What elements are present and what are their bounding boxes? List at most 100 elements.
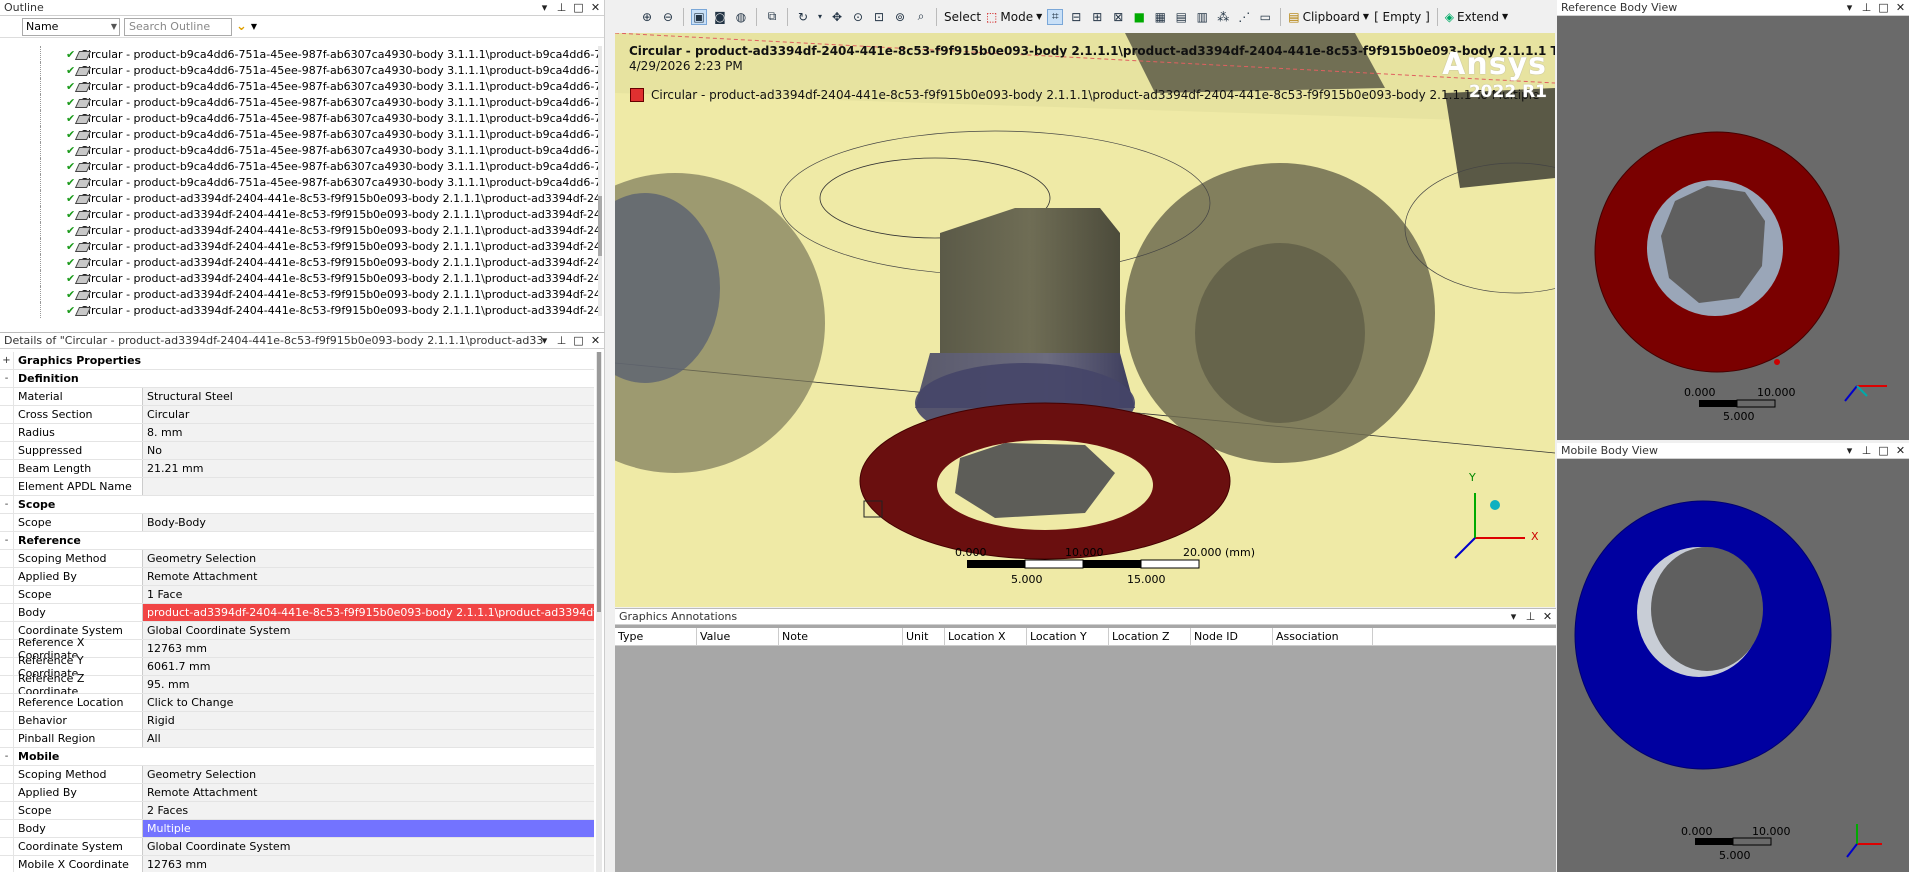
property-value[interactable]: Multiple xyxy=(143,820,594,837)
screenshot-icon[interactable]: ▭ xyxy=(1257,9,1273,25)
zoom-in-icon[interactable]: ⊕ xyxy=(639,9,655,25)
box-zoom-icon[interactable]: ⊡ xyxy=(871,9,887,25)
render-icon[interactable]: ◍ xyxy=(733,9,749,25)
outline-tree-item[interactable]: ✔ Circular - product-ad3394df-2404-441e-8… xyxy=(0,270,600,286)
property-value[interactable]: Body-Body xyxy=(143,514,594,531)
extend-button[interactable]: ◈ Extend ▼ xyxy=(1445,10,1508,24)
close-icon[interactable]: ✕ xyxy=(1541,610,1554,623)
annotations-column-header[interactable]: Location Y xyxy=(1027,628,1109,645)
details-property-row[interactable]: Scope Body-Body xyxy=(0,514,594,532)
select-element-face-icon[interactable]: ▦ xyxy=(1152,9,1168,25)
details-property-row[interactable]: Applied By Remote Attachment xyxy=(0,568,594,586)
property-value[interactable]: product-ad3394df-2404-441e-8c53-f9f915b0… xyxy=(143,604,594,621)
close-icon[interactable]: ✕ xyxy=(589,1,602,14)
select-all-icon[interactable]: ⁂ xyxy=(1215,9,1231,25)
rotate-icon[interactable]: ↻ xyxy=(795,9,811,25)
details-property-row[interactable]: Scoping Method Geometry Selection xyxy=(0,766,594,784)
pan-icon[interactable]: ✥ xyxy=(829,9,845,25)
details-property-row[interactable]: Reference Location Click to Change xyxy=(0,694,594,712)
annotations-column-header[interactable]: Node ID xyxy=(1191,628,1273,645)
property-value[interactable]: All xyxy=(143,730,594,747)
outline-tree-item[interactable]: ✔ Circular - product-b9ca4dd6-751a-45ee-9… xyxy=(0,142,600,158)
outline-tree-item[interactable]: ✔ Circular - product-b9ca4dd6-751a-45ee-9… xyxy=(0,94,600,110)
details-property-row[interactable]: Applied By Remote Attachment xyxy=(0,784,594,802)
property-value[interactable]: Remote Attachment xyxy=(143,568,594,585)
outline-tree-item[interactable]: ✔ Circular - product-ad3394df-2404-441e-8… xyxy=(0,206,600,222)
outline-tree-item[interactable]: ✔ Circular - product-ad3394df-2404-441e-8… xyxy=(0,190,600,206)
property-value[interactable]: Global Coordinate System xyxy=(143,622,594,639)
details-property-row[interactable]: Cross Section Circular xyxy=(0,406,594,424)
outline-search-input[interactable]: Search Outline xyxy=(124,17,232,36)
dropdown-icon[interactable]: ▾ xyxy=(1507,610,1520,623)
details-property-row[interactable]: Suppressed No xyxy=(0,442,594,460)
annotations-column-header[interactable]: Note xyxy=(779,628,903,645)
close-icon[interactable]: ✕ xyxy=(1894,1,1907,14)
outline-tree-item[interactable]: ✔ Circular - product-b9ca4dd6-751a-45ee-9… xyxy=(0,62,600,78)
maximize-icon[interactable]: □ xyxy=(1877,1,1890,14)
outline-filter-select[interactable]: Name ▼ xyxy=(22,17,120,36)
select-body-icon[interactable]: ⊠ xyxy=(1110,9,1126,25)
dropdown-icon[interactable]: ▾ xyxy=(538,334,551,347)
chevron-down-icon[interactable]: ▼ xyxy=(251,22,257,31)
property-value[interactable]: 12763 mm xyxy=(143,856,594,872)
property-value[interactable]: Global Coordinate System xyxy=(143,838,594,855)
property-value[interactable]: Rigid xyxy=(143,712,594,729)
details-property-row[interactable]: Radius 8. mm xyxy=(0,424,594,442)
chevron-down-icon[interactable]: ▾ xyxy=(816,9,824,25)
graphics-viewport[interactable]: Circular - product-ad3394df-2404-441e-8c… xyxy=(615,33,1555,607)
dropdown-icon[interactable]: ▾ xyxy=(1843,444,1856,457)
zoom-icon[interactable]: ⊙ xyxy=(850,9,866,25)
pin-icon[interactable]: ⊥ xyxy=(1524,610,1537,623)
select-edge-icon[interactable]: ⊟ xyxy=(1068,9,1084,25)
details-property-row[interactable]: Body product-ad3394df-2404-441e-8c53-f9f9… xyxy=(0,604,594,622)
outline-tree-item[interactable]: ✔ Circular - product-b9ca4dd6-751a-45ee-9… xyxy=(0,78,600,94)
details-property-row[interactable]: Scoping Method Geometry Selection xyxy=(0,550,594,568)
close-icon[interactable]: ✕ xyxy=(1894,444,1907,457)
property-value[interactable]: Click to Change xyxy=(143,694,594,711)
property-value[interactable]: Circular xyxy=(143,406,594,423)
select-mesh-icon[interactable]: ▥ xyxy=(1194,9,1210,25)
annotations-column-header[interactable]: Type xyxy=(615,628,697,645)
details-group-header[interactable]: - Scope xyxy=(0,496,594,514)
outline-tree-item[interactable]: ✔ Circular - product-b9ca4dd6-751a-45ee-9… xyxy=(0,110,600,126)
pin-icon[interactable]: ⊥ xyxy=(1860,444,1873,457)
details-group-header[interactable]: - Reference xyxy=(0,532,594,550)
property-value[interactable]: No xyxy=(143,442,594,459)
copy-view-icon[interactable]: ⧉ xyxy=(764,9,780,25)
annotations-column-header[interactable]: Location X xyxy=(945,628,1027,645)
outline-tree-item[interactable]: ✔ Circular - product-ad3394df-2404-441e-8… xyxy=(0,238,600,254)
outline-tree-item[interactable]: ✔ Circular - product-b9ca4dd6-751a-45ee-9… xyxy=(0,158,600,174)
select-node-icon[interactable]: ■ xyxy=(1131,9,1147,25)
extend-select-icon[interactable]: ⋰ xyxy=(1236,9,1252,25)
mode-button[interactable]: ⬚ Mode ▼ xyxy=(986,10,1042,24)
clipboard-button[interactable]: ▤ Clipboard ▼ xyxy=(1288,10,1369,24)
outline-tree-item[interactable]: ✔ Circular - product-b9ca4dd6-751a-45ee-9… xyxy=(0,174,600,190)
details-property-row[interactable]: Body Multiple xyxy=(0,820,594,838)
details-property-row[interactable]: Reference Z Coordinate 95. mm xyxy=(0,672,594,698)
property-value[interactable]: 95. mm xyxy=(143,676,594,693)
property-value[interactable]: 21.21 mm xyxy=(143,460,594,477)
property-value[interactable]: 12763 mm xyxy=(143,640,594,657)
details-property-row[interactable]: Element APDL Name xyxy=(0,478,594,496)
outline-tree-item[interactable]: ✔ Circular - product-ad3394df-2404-441e-8… xyxy=(0,286,600,302)
outline-scrollbar[interactable] xyxy=(598,46,602,316)
details-group-header[interactable]: + Graphics Properties xyxy=(0,352,594,370)
property-value[interactable]: Structural Steel xyxy=(143,388,594,405)
pin-icon[interactable]: ⊥ xyxy=(555,334,568,347)
expand-icon[interactable]: - xyxy=(0,532,14,549)
expand-icon[interactable]: - xyxy=(0,748,14,765)
property-value[interactable]: 1 Face xyxy=(143,586,594,603)
select-vertex-icon[interactable]: ⌗ xyxy=(1047,8,1064,25)
maximize-icon[interactable]: □ xyxy=(572,334,585,347)
annotations-column-header[interactable]: Unit xyxy=(903,628,945,645)
zoom-out-icon[interactable]: ⊖ xyxy=(660,9,676,25)
maximize-icon[interactable]: □ xyxy=(572,1,585,14)
expand-icon[interactable]: - xyxy=(0,496,14,513)
filter-funnel-icon[interactable]: ⌄ xyxy=(236,19,247,34)
details-property-row[interactable]: Pinball Region All xyxy=(0,730,594,748)
select-button[interactable]: Select xyxy=(944,10,981,24)
outline-tree-item[interactable]: ✔ Circular - product-b9ca4dd6-751a-45ee-9… xyxy=(0,46,600,62)
expand-icon[interactable]: - xyxy=(0,370,14,387)
property-value[interactable]: 8. mm xyxy=(143,424,594,441)
property-value[interactable]: 6061.7 mm xyxy=(143,658,594,675)
